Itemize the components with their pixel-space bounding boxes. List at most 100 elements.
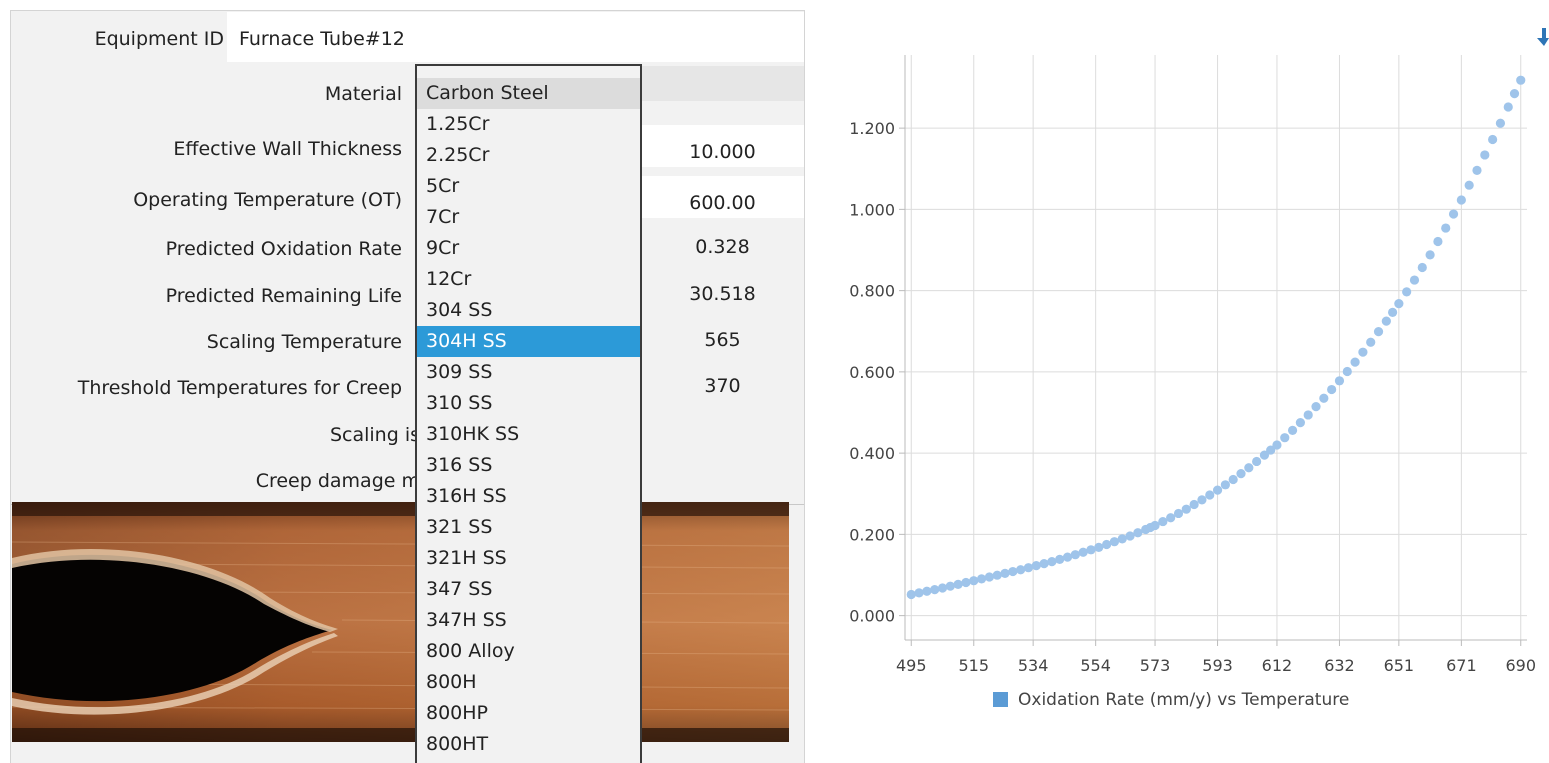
data-point [1062, 552, 1073, 562]
x-tick-label: 554 [1080, 656, 1111, 675]
data-point [1220, 480, 1230, 490]
material-option[interactable]: 310 SS [417, 388, 640, 419]
material-option[interactable]: 12Cr [417, 264, 640, 295]
data-point [1425, 250, 1435, 260]
material-select-background [641, 66, 804, 101]
material-option[interactable]: 321H SS [417, 543, 640, 574]
data-point [1334, 376, 1345, 386]
data-point [1373, 327, 1384, 337]
creep-threshold-value: 370 [704, 375, 741, 397]
material-option[interactable]: 800HP [417, 698, 640, 729]
material-option[interactable]: 800 Alloy [417, 636, 640, 667]
data-point [1158, 516, 1168, 527]
data-point [1212, 485, 1223, 495]
material-option-current[interactable]: Carbon Steel [417, 78, 640, 109]
data-point [1433, 236, 1443, 247]
chart-y-ticks: 0.000 0.200 0.400 0.600 0.800 1.000 1.200 [849, 119, 895, 626]
data-point [1311, 402, 1321, 412]
x-tick-label: 573 [1140, 656, 1171, 675]
data-point [1008, 566, 1018, 577]
wall-thickness-value[interactable]: 10.000 [641, 141, 804, 163]
data-point [1109, 537, 1120, 547]
data-point [1480, 150, 1490, 160]
oxidation-rate-chart: 495 515 534 554 573 593 612 632 651 671 690 0.0000… [849, 55, 1536, 675]
data-point [1287, 425, 1298, 435]
data-point [1236, 469, 1246, 479]
y-tick-label: 1.000 [849, 200, 895, 219]
material-option[interactable]: 9Cr [417, 233, 640, 264]
x-tick-label: 632 [1324, 656, 1355, 675]
data-point [1342, 366, 1352, 377]
data-point [1387, 307, 1398, 317]
download-icon[interactable] [1537, 28, 1549, 50]
chart-axes [899, 55, 1527, 646]
data-point [914, 588, 924, 598]
data-point [1094, 542, 1104, 552]
data-point [1031, 561, 1041, 571]
data-point [1039, 559, 1049, 569]
material-option[interactable]: 1.25Cr [417, 109, 640, 140]
material-option[interactable]: 304 SS [417, 295, 640, 326]
material-option[interactable]: 321 SS [417, 512, 640, 543]
material-option[interactable]: 310HK SS [417, 419, 640, 450]
material-option[interactable]: 316 SS [417, 450, 640, 481]
y-tick-label: 0.000 [849, 607, 895, 626]
chart-legend[interactable]: Oxidation Rate (mm/y) vs Temperature [993, 690, 1349, 710]
material-option[interactable]: 2.25Cr [417, 140, 640, 171]
wall-thickness-label: Effective Wall Thickness [173, 138, 402, 160]
material-dropdown-list[interactable]: Carbon Steel 1.25Cr 2.25Cr 5Cr 7Cr 9Cr 1… [415, 64, 642, 763]
data-point [937, 583, 948, 593]
data-point [1409, 275, 1420, 285]
chart-points [906, 75, 1526, 600]
data-point [1181, 504, 1191, 514]
material-option[interactable]: 800H [417, 667, 640, 698]
data-point [1173, 508, 1184, 519]
legend-series-label: Oxidation Rate (mm/y) vs Temperature [1018, 690, 1350, 710]
data-point [1228, 474, 1238, 485]
y-tick-label: 0.600 [849, 363, 895, 382]
x-tick-label: 612 [1262, 656, 1293, 675]
data-point [1252, 456, 1262, 467]
material-option[interactable]: 5Cr [417, 171, 640, 202]
material-option[interactable]: 316H SS [417, 481, 640, 512]
operating-temperature-value[interactable]: 600.00 [641, 192, 804, 214]
data-point [1472, 165, 1482, 175]
operating-temperature-label: Operating Temperature (OT) [133, 189, 402, 211]
data-point [1448, 209, 1459, 219]
data-point [976, 574, 987, 584]
x-tick-label: 515 [958, 656, 989, 675]
data-point [1102, 539, 1112, 550]
x-tick-label: 651 [1384, 656, 1415, 675]
oxidation-rate-value: 0.328 [695, 236, 750, 258]
data-point [1205, 490, 1215, 500]
material-option[interactable]: 347 SS [417, 574, 640, 605]
material-option[interactable]: 309 SS [417, 357, 640, 388]
data-point [1495, 118, 1506, 128]
data-point [1047, 556, 1057, 567]
material-option[interactable]: 800HT [417, 729, 640, 760]
data-point [1150, 520, 1160, 531]
material-option[interactable]: 7Cr [417, 202, 640, 233]
equipment-id-input[interactable]: Furnace Tube#12 [227, 12, 804, 62]
x-tick-label: 534 [1018, 656, 1049, 675]
y-tick-label: 0.800 [849, 282, 895, 301]
data-point [930, 585, 940, 595]
data-point [1295, 418, 1305, 428]
material-option-highlighted[interactable]: 304H SS [417, 326, 640, 357]
data-point [1303, 410, 1313, 420]
data-point [1086, 545, 1096, 555]
form-area: Equipment ID Furnace Tube#12 Material Ef… [11, 11, 804, 505]
data-point [1503, 102, 1513, 112]
data-point [1117, 534, 1127, 544]
creep-threshold-label: Threshold Temperatures for Creep [77, 377, 402, 399]
data-point [1244, 463, 1254, 473]
chart-grid [905, 55, 1527, 640]
material-option[interactable]: 347H SS [417, 605, 640, 636]
data-point [1464, 180, 1474, 190]
oxidation-rate-label: Predicted Oxidation Rate [165, 238, 402, 260]
data-point [1394, 299, 1404, 309]
data-point [1070, 550, 1080, 560]
data-point [992, 570, 1002, 580]
remaining-life-label: Predicted Remaining Life [165, 285, 402, 307]
chart-x-ticks: 495 515 534 554 573 593 612 632 651 671 690 [896, 656, 1536, 675]
